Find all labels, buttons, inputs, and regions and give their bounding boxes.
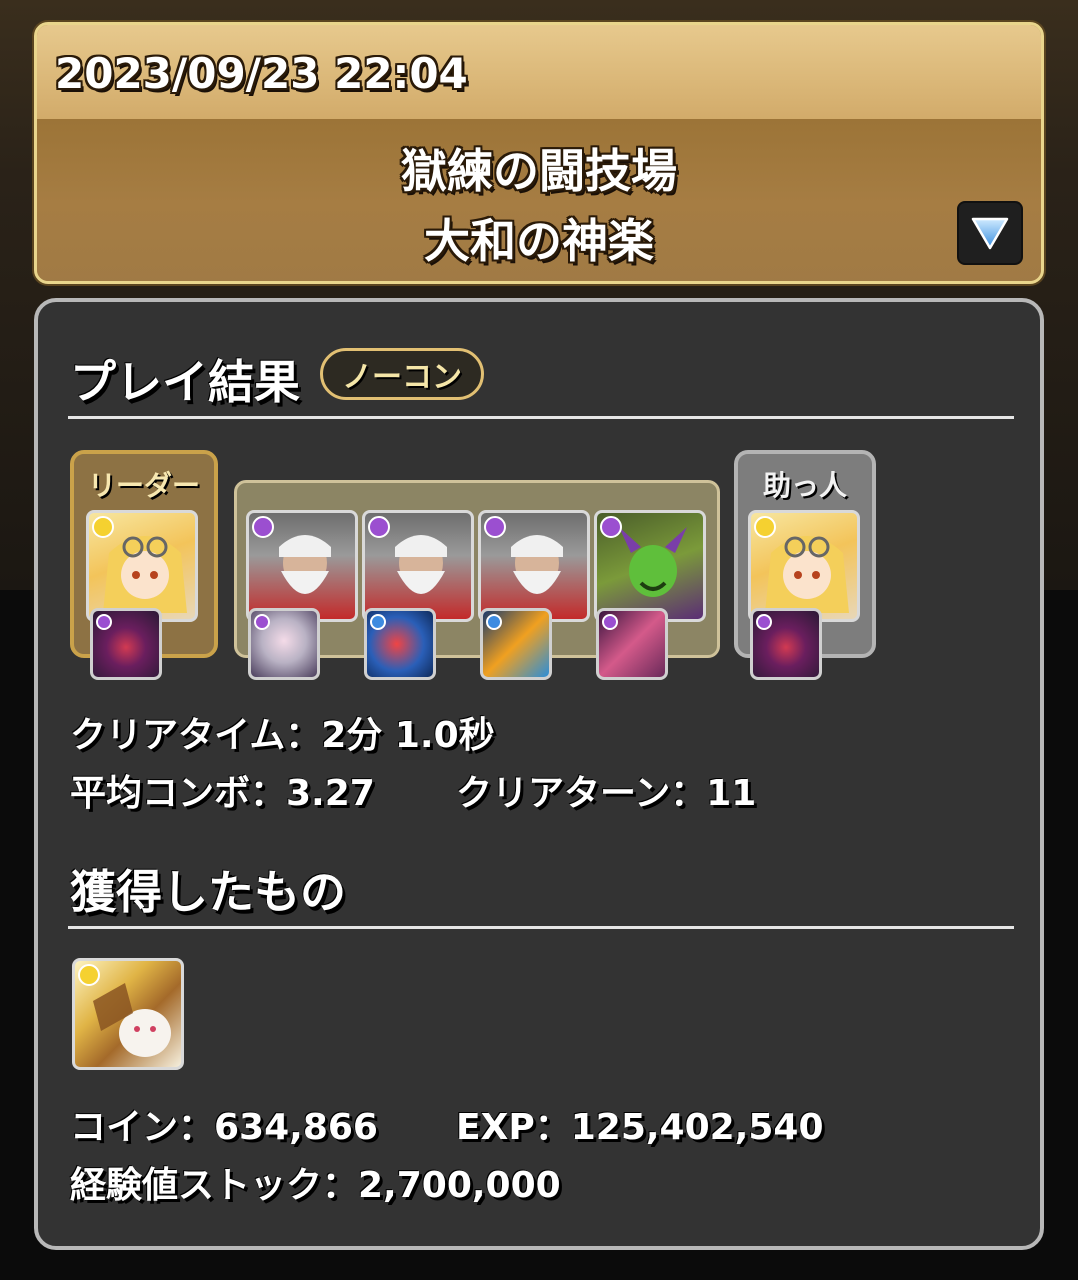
- dark-attribute-icon: [756, 614, 772, 630]
- water-attribute-icon: [370, 614, 386, 630]
- average-combo: 平均コンボ：3.27: [70, 773, 375, 814]
- dungeon-header-card[interactable]: 2023/09/23 22:04 獄練の闘技場 大和の神楽: [34, 22, 1044, 284]
- result-panel: プレイ結果 ノーコン リーダー 助っ人 クリアタイム：2分 1.0秒 平均コンボ…: [34, 298, 1044, 1250]
- dark-attribute-icon: [96, 614, 112, 630]
- clear-time: クリアタイム：2分 1.0秒: [70, 715, 495, 756]
- sub-monster-portrait-2[interactable]: [362, 510, 474, 622]
- exp-earned: EXP：125,402,540: [456, 1107, 824, 1148]
- divider: [68, 926, 1014, 929]
- leader-assist-icon[interactable]: [90, 608, 162, 680]
- helper-label: 助っ人: [762, 469, 847, 502]
- coins-earned: コイン：634,866: [70, 1107, 378, 1148]
- dark-attribute-icon: [368, 516, 390, 538]
- dark-attribute-icon: [602, 614, 618, 630]
- play-datetime: 2023/09/23 22:04: [55, 49, 468, 98]
- sub-monster-portrait-3[interactable]: [478, 510, 590, 622]
- divider: [68, 416, 1014, 419]
- expand-button[interactable]: [957, 201, 1023, 265]
- light-attribute-icon: [754, 516, 776, 538]
- dark-attribute-icon: [484, 516, 506, 538]
- sub-assist-icon-2[interactable]: [364, 608, 436, 680]
- light-attribute-icon: [78, 964, 100, 986]
- dungeon-subtitle: 大和の神楽: [424, 214, 654, 268]
- dark-attribute-icon: [254, 614, 270, 630]
- helper-assist-icon[interactable]: [750, 608, 822, 680]
- clear-turns: クリアターン：11: [456, 773, 757, 814]
- sub-monster-portrait-4[interactable]: [594, 510, 706, 622]
- play-result-title: プレイ結果: [70, 355, 300, 409]
- no-continue-badge: ノーコン: [320, 348, 484, 400]
- sub-assist-icon-4[interactable]: [596, 608, 668, 680]
- water-attribute-icon: [486, 614, 502, 630]
- triangle-down-icon: [971, 217, 1009, 250]
- obtained-monster-icon[interactable]: [72, 958, 184, 1070]
- sub-assist-icon-3[interactable]: [480, 608, 552, 680]
- leader-label: リーダー: [87, 469, 200, 502]
- obtained-items-title: 獲得したもの: [70, 865, 346, 919]
- leader-monster-portrait[interactable]: [86, 510, 198, 622]
- dark-attribute-icon: [252, 516, 274, 538]
- sub-monster-portrait-1[interactable]: [246, 510, 358, 622]
- light-attribute-icon: [92, 516, 114, 538]
- exp-stock: 経験値ストック：2,700,000: [70, 1165, 561, 1206]
- sub-assist-icon-1[interactable]: [248, 608, 320, 680]
- dungeon-title: 獄練の闘技場: [401, 144, 677, 198]
- helper-monster-portrait[interactable]: [748, 510, 860, 622]
- dark-attribute-icon: [600, 516, 622, 538]
